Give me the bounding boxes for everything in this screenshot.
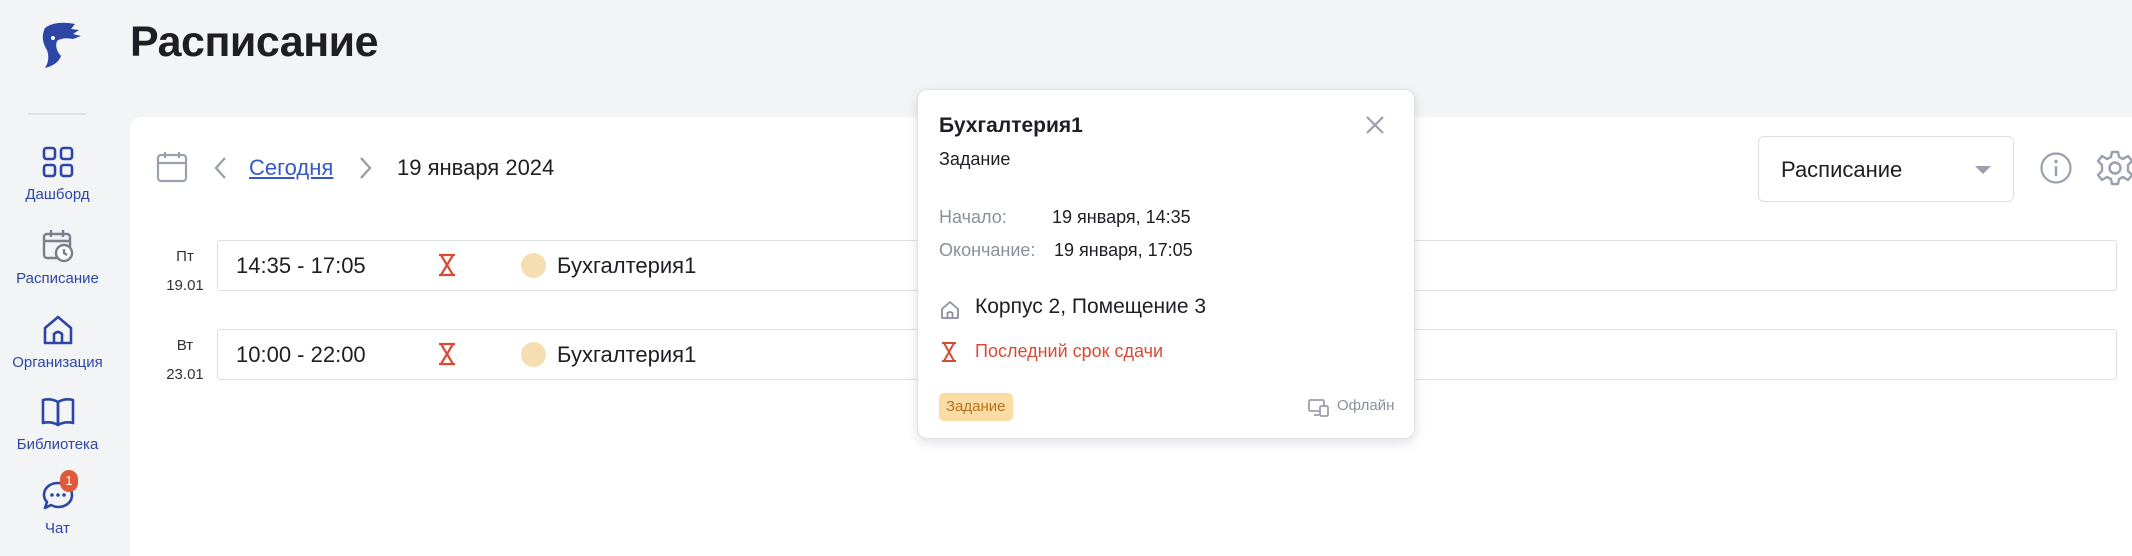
day-date: 19.01 bbox=[166, 277, 204, 294]
offline-icon bbox=[1308, 399, 1329, 417]
day-of-week: Вт bbox=[176, 337, 194, 354]
hourglass-icon bbox=[439, 253, 455, 277]
chevron-down-icon bbox=[1975, 166, 1991, 174]
sidebar-item-schedule[interactable]: Расписание bbox=[0, 228, 115, 287]
chevron-left-icon[interactable] bbox=[210, 154, 232, 182]
dashboard-grid-icon bbox=[42, 146, 73, 178]
end-value: 19 января, 17:05 bbox=[1054, 240, 1193, 260]
event-type-badge: Задание bbox=[939, 393, 1013, 421]
popover-deadline: Последний срок сдачи bbox=[975, 341, 1164, 361]
chat-unread-badge: 1 bbox=[60, 470, 78, 492]
start-value: 19 января, 14:35 bbox=[1052, 207, 1191, 227]
chevron-right-icon[interactable] bbox=[354, 154, 376, 182]
calendar-icon[interactable] bbox=[156, 151, 188, 183]
popover-format: Офлайн bbox=[1337, 397, 1395, 414]
event-time: 10:00 - 22:00 bbox=[236, 342, 366, 367]
hourglass-icon bbox=[439, 342, 455, 366]
sidebar-item-library[interactable]: Библиотека bbox=[0, 394, 115, 453]
popover-location: Корпус 2, Помещение 3 bbox=[975, 295, 1207, 318]
view-select[interactable]: Расписание bbox=[1758, 136, 2014, 202]
hourglass-icon bbox=[942, 342, 956, 362]
sidebar-item-label: Чат bbox=[45, 520, 70, 537]
home-icon bbox=[941, 301, 959, 319]
popover-type: Задание bbox=[939, 149, 1011, 169]
event-title: Бухгалтерия1 bbox=[557, 253, 697, 278]
current-date: 19 января 2024 bbox=[397, 155, 555, 180]
end-label: Окончание: bbox=[939, 240, 1036, 260]
page-title: Расписание bbox=[130, 18, 379, 66]
day-date: 23.01 bbox=[166, 366, 204, 383]
event-color-dot bbox=[521, 253, 546, 278]
book-icon bbox=[41, 398, 74, 427]
info-icon[interactable] bbox=[2039, 151, 2073, 185]
start-label: Начало: bbox=[939, 207, 1007, 227]
sidebar-item-dashboard[interactable]: Дашборд bbox=[0, 144, 115, 203]
sidebar-item-organization[interactable]: Организация bbox=[0, 312, 115, 371]
day-of-week: Пт bbox=[176, 248, 194, 265]
gear-icon[interactable] bbox=[2096, 149, 2132, 187]
view-select-value: Расписание bbox=[1781, 157, 1903, 182]
sidebar-item-label: Библиотека bbox=[16, 436, 99, 453]
close-icon[interactable] bbox=[1364, 114, 1386, 136]
event-color-dot bbox=[521, 342, 546, 367]
popover-title: Бухгалтерия1 bbox=[939, 114, 1083, 137]
today-link[interactable]: Сегодня bbox=[249, 155, 333, 181]
calendar-clock-icon bbox=[42, 230, 73, 263]
event-title: Бухгалтерия1 bbox=[557, 342, 697, 367]
sidebar-item-label: Расписание bbox=[16, 270, 99, 287]
sidebar-item-chat[interactable]: 1 Чат bbox=[0, 470, 115, 537]
day-label: Вт 23.01 bbox=[160, 337, 210, 383]
event-time: 14:35 - 17:05 bbox=[236, 253, 366, 278]
logo-icon[interactable] bbox=[31, 16, 85, 72]
sidebar: Дашборд Расписание Организация Библиотек… bbox=[0, 0, 115, 556]
sidebar-item-label: Дашборд bbox=[25, 186, 90, 203]
home-icon bbox=[43, 315, 72, 345]
day-label: Пт 19.01 bbox=[160, 248, 210, 294]
event-popover: Бухгалтерия1 Задание Начало: 19 января, … bbox=[917, 89, 1415, 439]
sidebar-divider bbox=[28, 113, 86, 115]
sidebar-item-label: Организация bbox=[12, 354, 103, 371]
